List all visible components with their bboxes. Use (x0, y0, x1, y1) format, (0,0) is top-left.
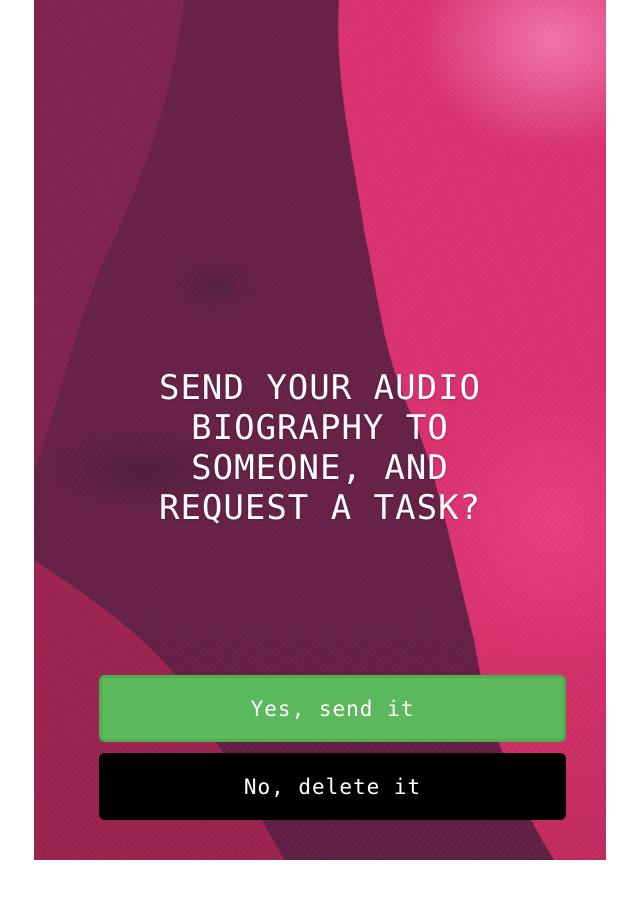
send-button[interactable]: Yes, send it (99, 675, 566, 742)
app-screen: SEND YOUR AUDIO BIOGRAPHY TO SOMEONE, AN… (34, 0, 606, 860)
delete-button[interactable]: No, delete it (99, 753, 566, 820)
dialog-question: SEND YOUR AUDIO BIOGRAPHY TO SOMEONE, AN… (158, 368, 482, 528)
